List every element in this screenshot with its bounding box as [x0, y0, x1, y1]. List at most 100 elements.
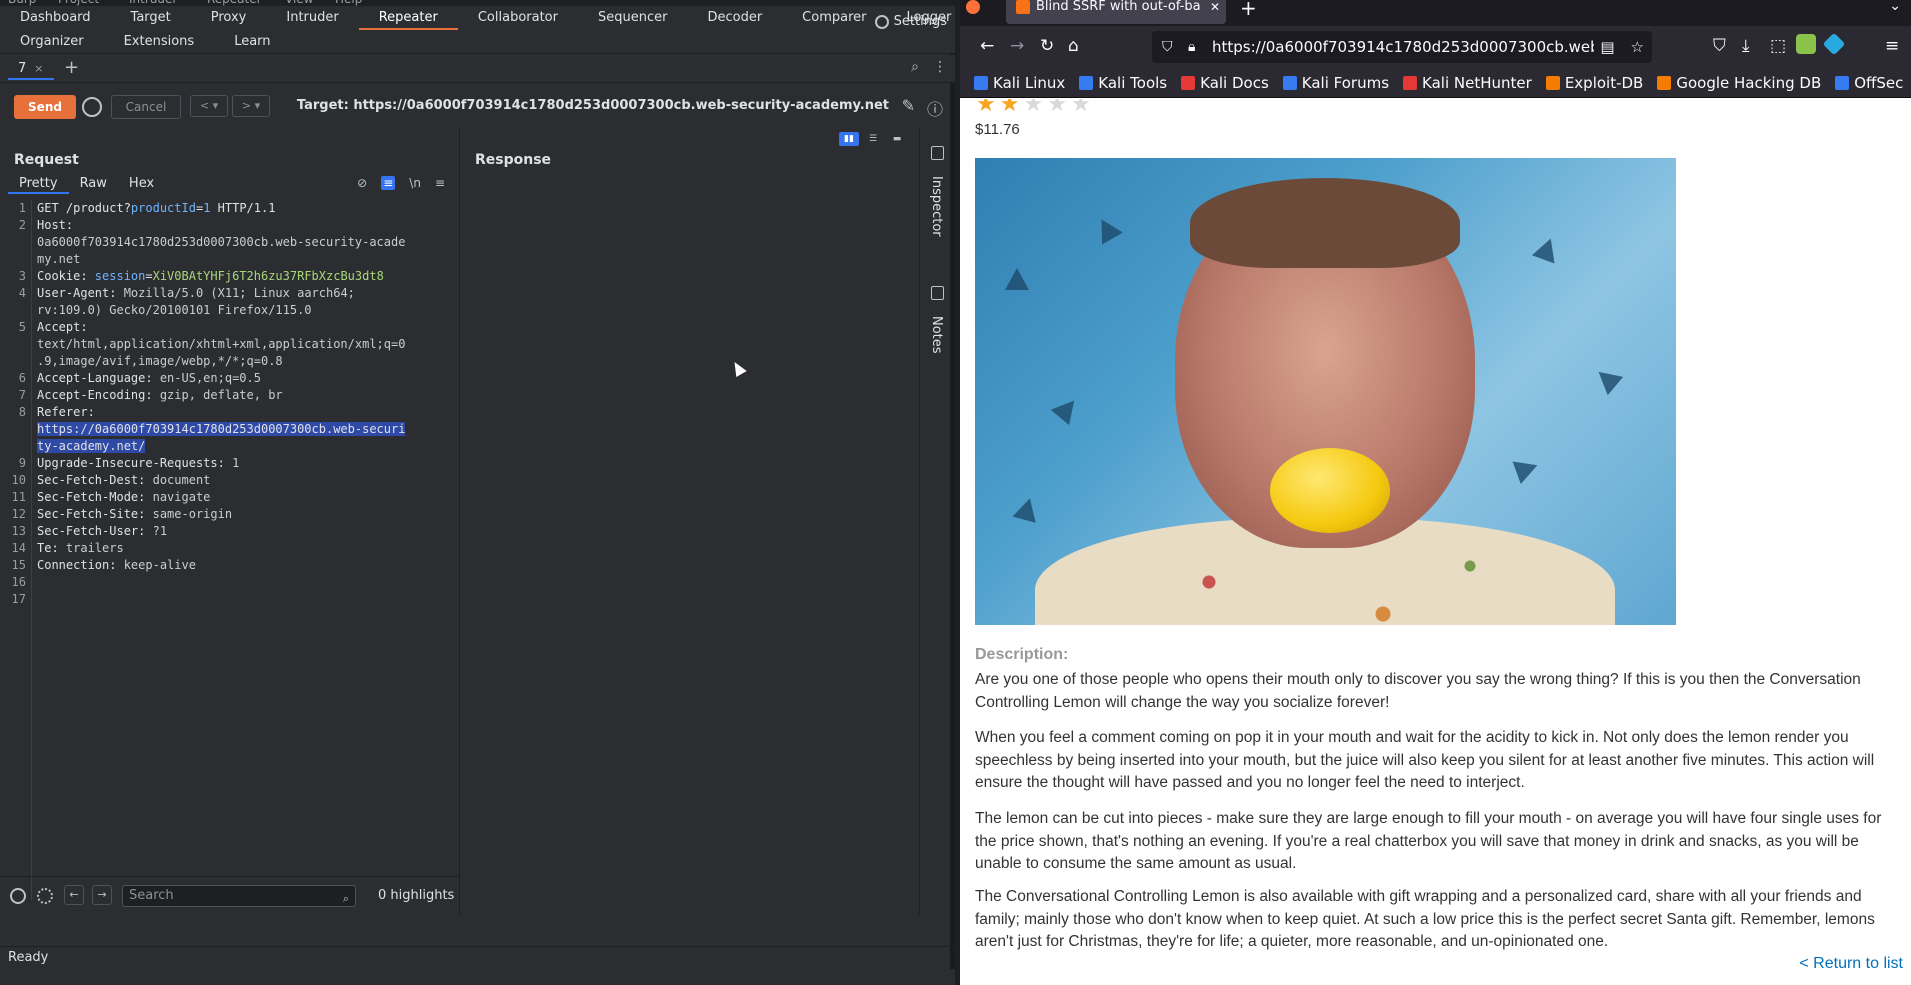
search-next-arrow-icon[interactable]: → [92, 885, 112, 905]
tab-organizer[interactable]: Organizer [0, 30, 104, 54]
search-settings-gear-icon[interactable] [37, 888, 53, 904]
bookmark-offsec[interactable]: OffSec [1835, 74, 1903, 92]
line-number: 10 [11, 473, 26, 487]
tab-proxy[interactable]: Proxy [191, 6, 267, 30]
send-options-gear-icon[interactable] [82, 97, 102, 117]
tab-repeater[interactable]: Repeater [358, 6, 458, 30]
cancel-button[interactable]: Cancel [111, 95, 181, 119]
single-pane-layout-icon[interactable]: ▬ [887, 132, 907, 146]
url-bar[interactable]: ⛉ 🔒︎ https://0a6000f703914c1780d253d0007… [1152, 31, 1652, 63]
code-line: Sec-Fetch-User: ?1 [37, 523, 447, 540]
proxy-extension-icon[interactable] [1822, 32, 1846, 56]
hamburger-menu-icon[interactable]: ≡ [1885, 36, 1899, 56]
reload-icon[interactable]: ↻ [1040, 36, 1054, 56]
bookmark-label: OffSec [1854, 73, 1904, 92]
main-tab-bar: Dashboard Target Proxy Intruder Repeater Coll… [0, 6, 955, 54]
layout-toggle: ▮▮ ☰ ▬ [839, 132, 907, 146]
close-icon[interactable]: × [34, 58, 43, 78]
search-icon[interactable]: ⌕ [911, 59, 919, 75]
triangle-decoration [1512, 453, 1542, 485]
downloads-icon[interactable]: ⤓ [1742, 36, 1750, 56]
line-number: 17 [11, 592, 26, 606]
bookmark-kali-docs[interactable]: Kali Docs [1181, 74, 1269, 92]
line-number: 2 [18, 218, 26, 232]
send-button[interactable]: Send [14, 95, 76, 119]
tab-extensions[interactable]: Extensions [104, 30, 215, 54]
stacked-layout-icon[interactable]: ☰ [863, 132, 883, 146]
request-tab-raw[interactable]: Raw [69, 174, 118, 194]
repeater-tab-bar: 7 × + ⌕ ⋮ [0, 55, 955, 83]
bottom-strip [0, 969, 955, 985]
tab-dashboard[interactable]: Dashboard [0, 6, 111, 30]
forward-arrow-icon[interactable]: → [1010, 36, 1024, 56]
description-paragraph-2: When you feel a comment coming on pop it… [975, 729, 1875, 791]
tab-intruder[interactable]: Intruder [266, 6, 358, 30]
code-token: Mozilla/5.0 (X11; Linux aarch64; [123, 286, 355, 300]
bookmark-favicon-icon [1403, 75, 1418, 90]
bookmark-exploit-db[interactable]: Exploit-DB [1545, 73, 1644, 92]
search-prev-arrow-icon[interactable]: ← [64, 885, 84, 905]
tab-target[interactable]: Target [111, 6, 191, 30]
code-token: 0a6000f703914c1780d253d0007300cb.web-sec… [37, 235, 406, 249]
request-tab-pretty[interactable]: Pretty [8, 174, 69, 194]
request-editor[interactable]: 1 2 3 4 5 6 7 8 9 10 11 12 13 14 15 16 17 GET /product?p… [0, 200, 459, 900]
reader-view-icon[interactable]: ▤ [1600, 31, 1614, 63]
tab-sequencer[interactable]: Sequencer [578, 6, 687, 30]
extensions-puzzle-icon[interactable]: ⬚ [1770, 36, 1786, 56]
bookmark-favicon-icon [974, 75, 988, 90]
tab-collaborator[interactable]: Collaborator [458, 6, 578, 30]
more-options-icon[interactable]: ⋮ [933, 59, 947, 75]
add-tab-button[interactable]: + [64, 57, 79, 78]
code-line: Sec-Fetch-Site: same-origin [37, 506, 447, 523]
line-number: 11 [11, 490, 26, 504]
close-tab-icon[interactable]: ✕ [1210, 0, 1220, 14]
notes-icon[interactable] [931, 286, 944, 300]
repeater-tab-7[interactable]: 7 × [8, 58, 54, 80]
notes-tab[interactable]: Notes [929, 316, 944, 354]
request-editor-tools: ⊘ ≡ \n ≡ [357, 176, 445, 190]
return-to-list-link[interactable]: < Return to list [1799, 955, 1903, 973]
tracking-shield-icon[interactable]: ⛉ [1162, 31, 1173, 63]
lock-icon[interactable]: 🔒︎ [1188, 31, 1195, 63]
inspector-icon[interactable] [931, 146, 944, 160]
editor-menu-icon[interactable]: ≡ [435, 176, 445, 190]
tab-learn[interactable]: Learn [214, 30, 290, 54]
home-icon[interactable]: ⌂ [1068, 36, 1079, 56]
main-tabs-row-1: Dashboard Target Proxy Intruder Repeater Coll… [0, 6, 971, 30]
search-placeholder: Search [129, 888, 174, 903]
bookmark-label: Kali Docs [1200, 73, 1269, 92]
list-tabs-chevron-icon[interactable]: ⌄ [1889, 0, 1901, 14]
highlights-count: 0 highlights [378, 888, 455, 903]
bookmark-kali-linux[interactable]: Kali Linux [974, 74, 1065, 92]
pocket-icon[interactable]: ⛉ [1713, 36, 1726, 56]
bookmark-kali-forums[interactable]: Kali Forums [1282, 74, 1389, 92]
request-tab-hex[interactable]: Hex [118, 174, 165, 194]
previous-request-button[interactable]: < ▾ [190, 95, 228, 117]
tab-comparer[interactable]: Comparer [782, 6, 886, 30]
bookmark-kali-nethunter[interactable]: Kali NetHunter [1403, 74, 1532, 92]
settings-button[interactable]: Settings [874, 10, 947, 34]
bookmark-star-icon[interactable]: ☆ [1631, 31, 1644, 63]
tab-decoder[interactable]: Decoder [687, 6, 782, 30]
line-number: 13 [11, 524, 26, 538]
code-token: Sec-Fetch-Site: [37, 507, 153, 521]
newline-toggle-icon[interactable]: \n [409, 176, 421, 190]
bookmark-label: Exploit-DB [1564, 73, 1644, 92]
edit-target-pencil-icon[interactable]: ✎ [902, 96, 915, 120]
hide-nonprintable-icon[interactable]: ⊘ [357, 176, 367, 190]
help-icon[interactable]: ⓘ [927, 96, 943, 120]
tab-bar-tools: ⌕ ⋮ [911, 59, 947, 75]
wrap-lines-icon[interactable]: ≡ [381, 176, 396, 190]
inspector-tab[interactable]: Inspector [929, 176, 944, 237]
browser-tab-active[interactable]: Blind SSRF with out-of-ba ✕ [1006, 0, 1226, 24]
bookmark-kali-tools[interactable]: Kali Tools [1079, 74, 1167, 92]
next-request-button[interactable]: > ▾ [232, 95, 270, 117]
burp-extension-icon[interactable] [1796, 34, 1816, 54]
line-number: 7 [18, 388, 26, 402]
side-by-side-layout-icon[interactable]: ▮▮ [839, 132, 859, 146]
back-arrow-icon[interactable]: ← [980, 36, 994, 56]
search-input[interactable]: Search ⌕ [122, 885, 356, 907]
help-icon[interactable] [10, 888, 26, 904]
new-tab-plus-icon[interactable]: + [1240, 0, 1257, 20]
bookmark-google-hacking-db[interactable]: Google Hacking DB [1657, 74, 1821, 92]
